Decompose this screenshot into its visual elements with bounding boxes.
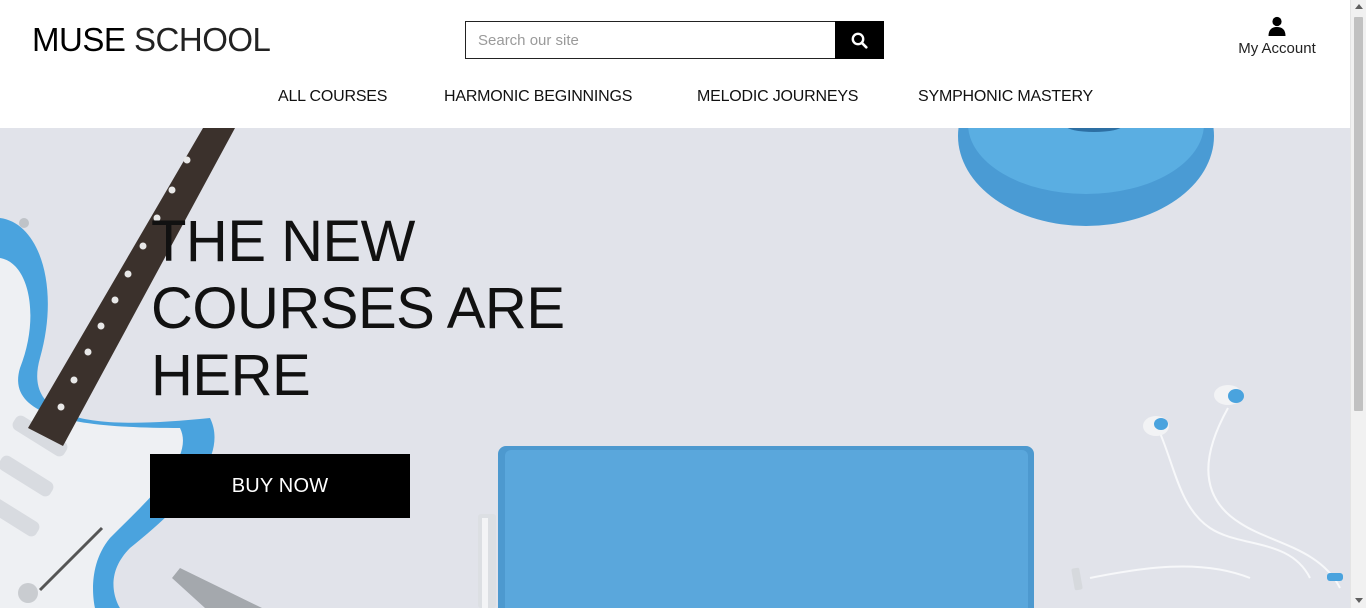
- scrollbar-thumb[interactable]: [1354, 17, 1363, 411]
- nav-item-harmonic-beginnings[interactable]: HARMONIC BEGINNINGS: [444, 88, 632, 106]
- hero-title: THE NEW COURSES ARE HERE: [151, 208, 571, 409]
- logo-bold-text: MUSE: [32, 21, 126, 58]
- search-form: [465, 21, 884, 59]
- audio-jack-image: [1071, 567, 1343, 591]
- logo-light-text: SCHOOL: [134, 21, 271, 58]
- buy-now-button[interactable]: BUY NOW: [150, 454, 410, 518]
- site-header: MUSE SCHOOL My Account ALL COURSES HARMO…: [0, 0, 1350, 128]
- page: MUSE SCHOOL My Account ALL COURSES HARMO…: [0, 0, 1350, 608]
- search-button[interactable]: [835, 21, 884, 59]
- main-nav: ALL COURSES HARMONIC BEGINNINGS MELODIC …: [0, 88, 1350, 114]
- scroll-down-arrow-icon[interactable]: [1355, 598, 1363, 603]
- hero-title-line: THE NEW: [151, 209, 415, 274]
- hero-title-line: COURSES ARE: [151, 276, 565, 341]
- hero-banner: THE NEW COURSES ARE HERE BUY NOW: [0, 128, 1350, 608]
- hero-title-line: HERE: [151, 343, 311, 408]
- site-logo[interactable]: MUSE SCHOOL: [32, 20, 271, 60]
- notebook-image: [478, 446, 1034, 608]
- nav-item-melodic-journeys[interactable]: MELODIC JOURNEYS: [697, 88, 858, 106]
- nav-item-all-courses[interactable]: ALL COURSES: [278, 88, 387, 106]
- my-account-link[interactable]: My Account: [1226, 16, 1328, 57]
- nav-item-symphonic-mastery[interactable]: SYMPHONIC MASTERY: [918, 88, 1093, 106]
- search-icon: [851, 32, 868, 49]
- scroll-up-arrow-icon[interactable]: [1355, 4, 1363, 9]
- user-icon: [1268, 16, 1286, 36]
- earbud-right-image: [1214, 385, 1244, 405]
- earphones-image: [1089, 407, 1341, 589]
- my-account-label: My Account: [1238, 40, 1316, 57]
- search-input[interactable]: [465, 21, 835, 59]
- lamp-image: [958, 128, 1214, 226]
- earbud-left-image: [1143, 416, 1169, 436]
- page-scrollbar[interactable]: [1350, 0, 1366, 608]
